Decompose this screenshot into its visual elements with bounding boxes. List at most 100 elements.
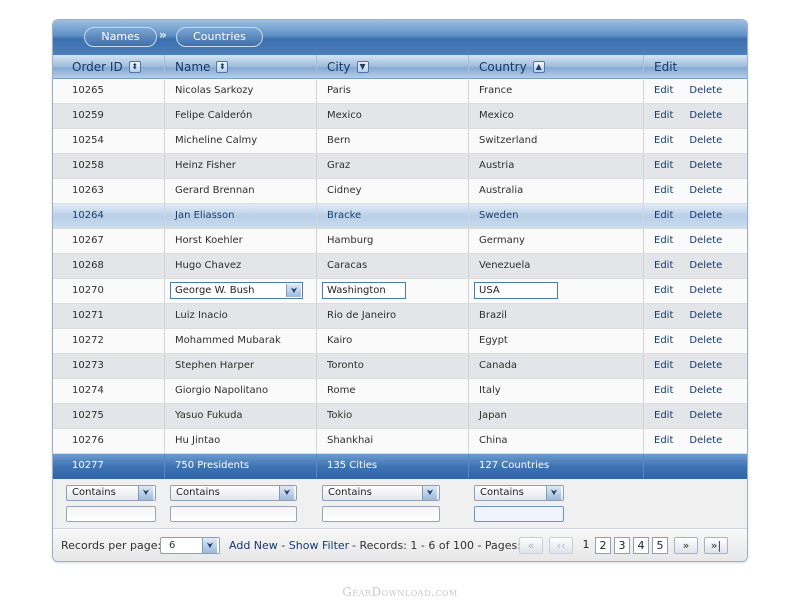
page-3-button[interactable]: 3 <box>614 537 630 554</box>
filter-input-city[interactable] <box>322 506 440 522</box>
first-page-button[interactable]: « <box>519 537 543 554</box>
delete-link[interactable]: Delete <box>689 279 722 303</box>
delete-link[interactable]: Delete <box>689 179 722 203</box>
table-row[interactable]: 10275 Yasuo Fukuda Tokio Japan Edit Delete <box>53 404 747 429</box>
chevron-down-icon[interactable]: ⮟ <box>546 486 561 500</box>
records-per-page-value: 6 <box>169 540 176 551</box>
edit-link[interactable]: Edit <box>654 379 673 403</box>
delete-link[interactable]: Delete <box>689 304 722 328</box>
records-per-page-select[interactable]: 6 ⮟ <box>160 537 220 554</box>
cell-order-id: 10271 <box>53 304 165 328</box>
sort-ascending-icon[interactable]: ▲ <box>532 61 545 73</box>
cell-country: Italy <box>469 379 644 403</box>
chevron-down-icon[interactable]: ⮟ <box>279 486 294 500</box>
last-page-button[interactable]: »| <box>704 537 728 554</box>
delete-link[interactable]: Delete <box>689 404 722 428</box>
table-row[interactable]: 10267 Horst Koehler Hamburg Germany Edit Dele… <box>53 229 747 254</box>
delete-link[interactable]: Delete <box>689 129 722 153</box>
table-row[interactable]: 10268 Hugo Chavez Caracas Venezuela Edit Dele… <box>53 254 747 279</box>
add-new-link[interactable]: Add New <box>229 539 278 552</box>
table-row[interactable]: 10273 Stephen Harper Toronto Canada Edit Dele… <box>53 354 747 379</box>
filter-condition-country[interactable]: Contains ⮟ <box>474 485 564 501</box>
cell-actions: Edit Delete <box>644 404 747 428</box>
sort-both-icon[interactable]: ⬍ <box>128 61 141 73</box>
cell-name: George W. Bush ⮟ <box>165 279 317 303</box>
edit-link[interactable]: Edit <box>654 429 673 453</box>
delete-link[interactable]: Delete <box>689 229 722 253</box>
table-row[interactable]: 10271 Luiz Inacio Rio de Janeiro Brazil Edit… <box>53 304 747 329</box>
cell-name: Horst Koehler <box>165 229 317 253</box>
filter-input-name[interactable] <box>170 506 297 522</box>
edit-link[interactable]: Edit <box>654 229 673 253</box>
edit-link[interactable]: Edit <box>654 254 673 278</box>
page-1-button[interactable]: 1 <box>578 537 594 554</box>
chevron-down-icon[interactable]: ⮟ <box>202 538 217 553</box>
table-row[interactable]: 10259 Felipe Calderón Mexico Mexico Edit Dele… <box>53 104 747 129</box>
show-filter-link[interactable]: Show Filter <box>289 539 349 552</box>
column-header-city[interactable]: City ▼ <box>317 55 469 79</box>
table-row[interactable]: 10265 Nicolas Sarkozy Paris France Edit Delet… <box>53 79 747 104</box>
table-row[interactable]: 10276 Hu Jintao Shankhai China Edit Delete <box>53 429 747 454</box>
edit-link[interactable]: Edit <box>654 79 673 103</box>
breadcrumb-separator: » <box>159 28 167 42</box>
column-header-country[interactable]: Country ▲ <box>469 55 644 79</box>
breadcrumb-item-names[interactable]: Names <box>84 27 157 47</box>
table-row[interactable]: 10274 Giorgio Napolitano Rome Italy Edit Dele… <box>53 379 747 404</box>
edit-link[interactable]: Edit <box>654 204 673 228</box>
delete-link[interactable]: Delete <box>689 204 722 228</box>
edit-link[interactable]: Edit <box>654 304 673 328</box>
table-row[interactable]: 10264 Jan Eliasson Bracke Sweden Edit Delete <box>53 204 747 229</box>
next-page-button[interactable]: » <box>674 537 698 554</box>
filter-condition-label: Contains <box>480 487 524 498</box>
table-row[interactable]: 10272 Mohammed Mubarak Kairo Egypt Edit Delet… <box>53 329 747 354</box>
edit-link[interactable]: Edit <box>654 179 673 203</box>
edit-link[interactable]: Edit <box>654 329 673 353</box>
city-edit-input[interactable]: Washington <box>322 282 406 299</box>
filter-input-country[interactable] <box>474 506 564 522</box>
chevron-down-icon[interactable]: ⮟ <box>422 486 437 500</box>
filter-condition-order-id[interactable]: Contains ⮟ <box>66 485 156 501</box>
cell-country: Sweden <box>469 204 644 228</box>
edit-link[interactable]: Edit <box>654 129 673 153</box>
cell-city: Graz <box>317 154 469 178</box>
edit-link[interactable]: Edit <box>654 279 673 303</box>
cell-actions: Edit Delete <box>644 429 747 453</box>
filter-condition-name[interactable]: Contains ⮟ <box>170 485 297 501</box>
page-5-button[interactable]: 5 <box>652 537 668 554</box>
cell-city: Rio de Janeiro <box>317 304 469 328</box>
cell-actions: Edit Delete <box>644 279 747 303</box>
delete-link[interactable]: Delete <box>689 329 722 353</box>
page-4-button[interactable]: 4 <box>633 537 649 554</box>
table-row-editing[interactable]: 10270 George W. Bush ⮟ Washington USA Edit Del… <box>53 279 747 304</box>
cell-actions: Edit Delete <box>644 79 747 103</box>
filter-condition-city[interactable]: Contains ⮟ <box>322 485 440 501</box>
cell-name: Jan Eliasson <box>165 204 317 228</box>
page-2-button[interactable]: 2 <box>595 537 611 554</box>
filter-input-order-id[interactable] <box>66 506 156 522</box>
chevron-down-icon[interactable]: ⮟ <box>138 486 153 500</box>
edit-link[interactable]: Edit <box>654 104 673 128</box>
edit-link[interactable]: Edit <box>654 404 673 428</box>
delete-link[interactable]: Delete <box>689 154 722 178</box>
delete-link[interactable]: Delete <box>689 354 722 378</box>
delete-link[interactable]: Delete <box>689 429 722 453</box>
country-edit-input[interactable]: USA <box>474 282 558 299</box>
delete-link[interactable]: Delete <box>689 254 722 278</box>
name-edit-select[interactable]: George W. Bush ⮟ <box>170 282 303 299</box>
cell-order-id: 10272 <box>53 329 165 353</box>
edit-link[interactable]: Edit <box>654 154 673 178</box>
previous-page-button[interactable]: ‹‹ <box>549 537 573 554</box>
column-header-order-id[interactable]: Order ID ⬍ <box>53 55 165 79</box>
edit-link[interactable]: Edit <box>654 354 673 378</box>
delete-link[interactable]: Delete <box>689 79 722 103</box>
sort-both-icon[interactable]: ⬍ <box>216 61 229 73</box>
delete-link[interactable]: Delete <box>689 379 722 403</box>
table-row[interactable]: 10258 Heinz Fisher Graz Austria Edit Delete <box>53 154 747 179</box>
column-header-name[interactable]: Name ⬍ <box>165 55 317 79</box>
breadcrumb-item-countries[interactable]: Countries <box>176 27 263 47</box>
table-row[interactable]: 10263 Gerard Brennan Cidney Australia Edit De… <box>53 179 747 204</box>
table-row[interactable]: 10254 Micheline Calmy Bern Switzerland Edit D… <box>53 129 747 154</box>
sort-descending-icon[interactable]: ▼ <box>356 61 369 73</box>
chevron-down-icon[interactable]: ⮟ <box>286 284 301 297</box>
delete-link[interactable]: Delete <box>689 104 722 128</box>
